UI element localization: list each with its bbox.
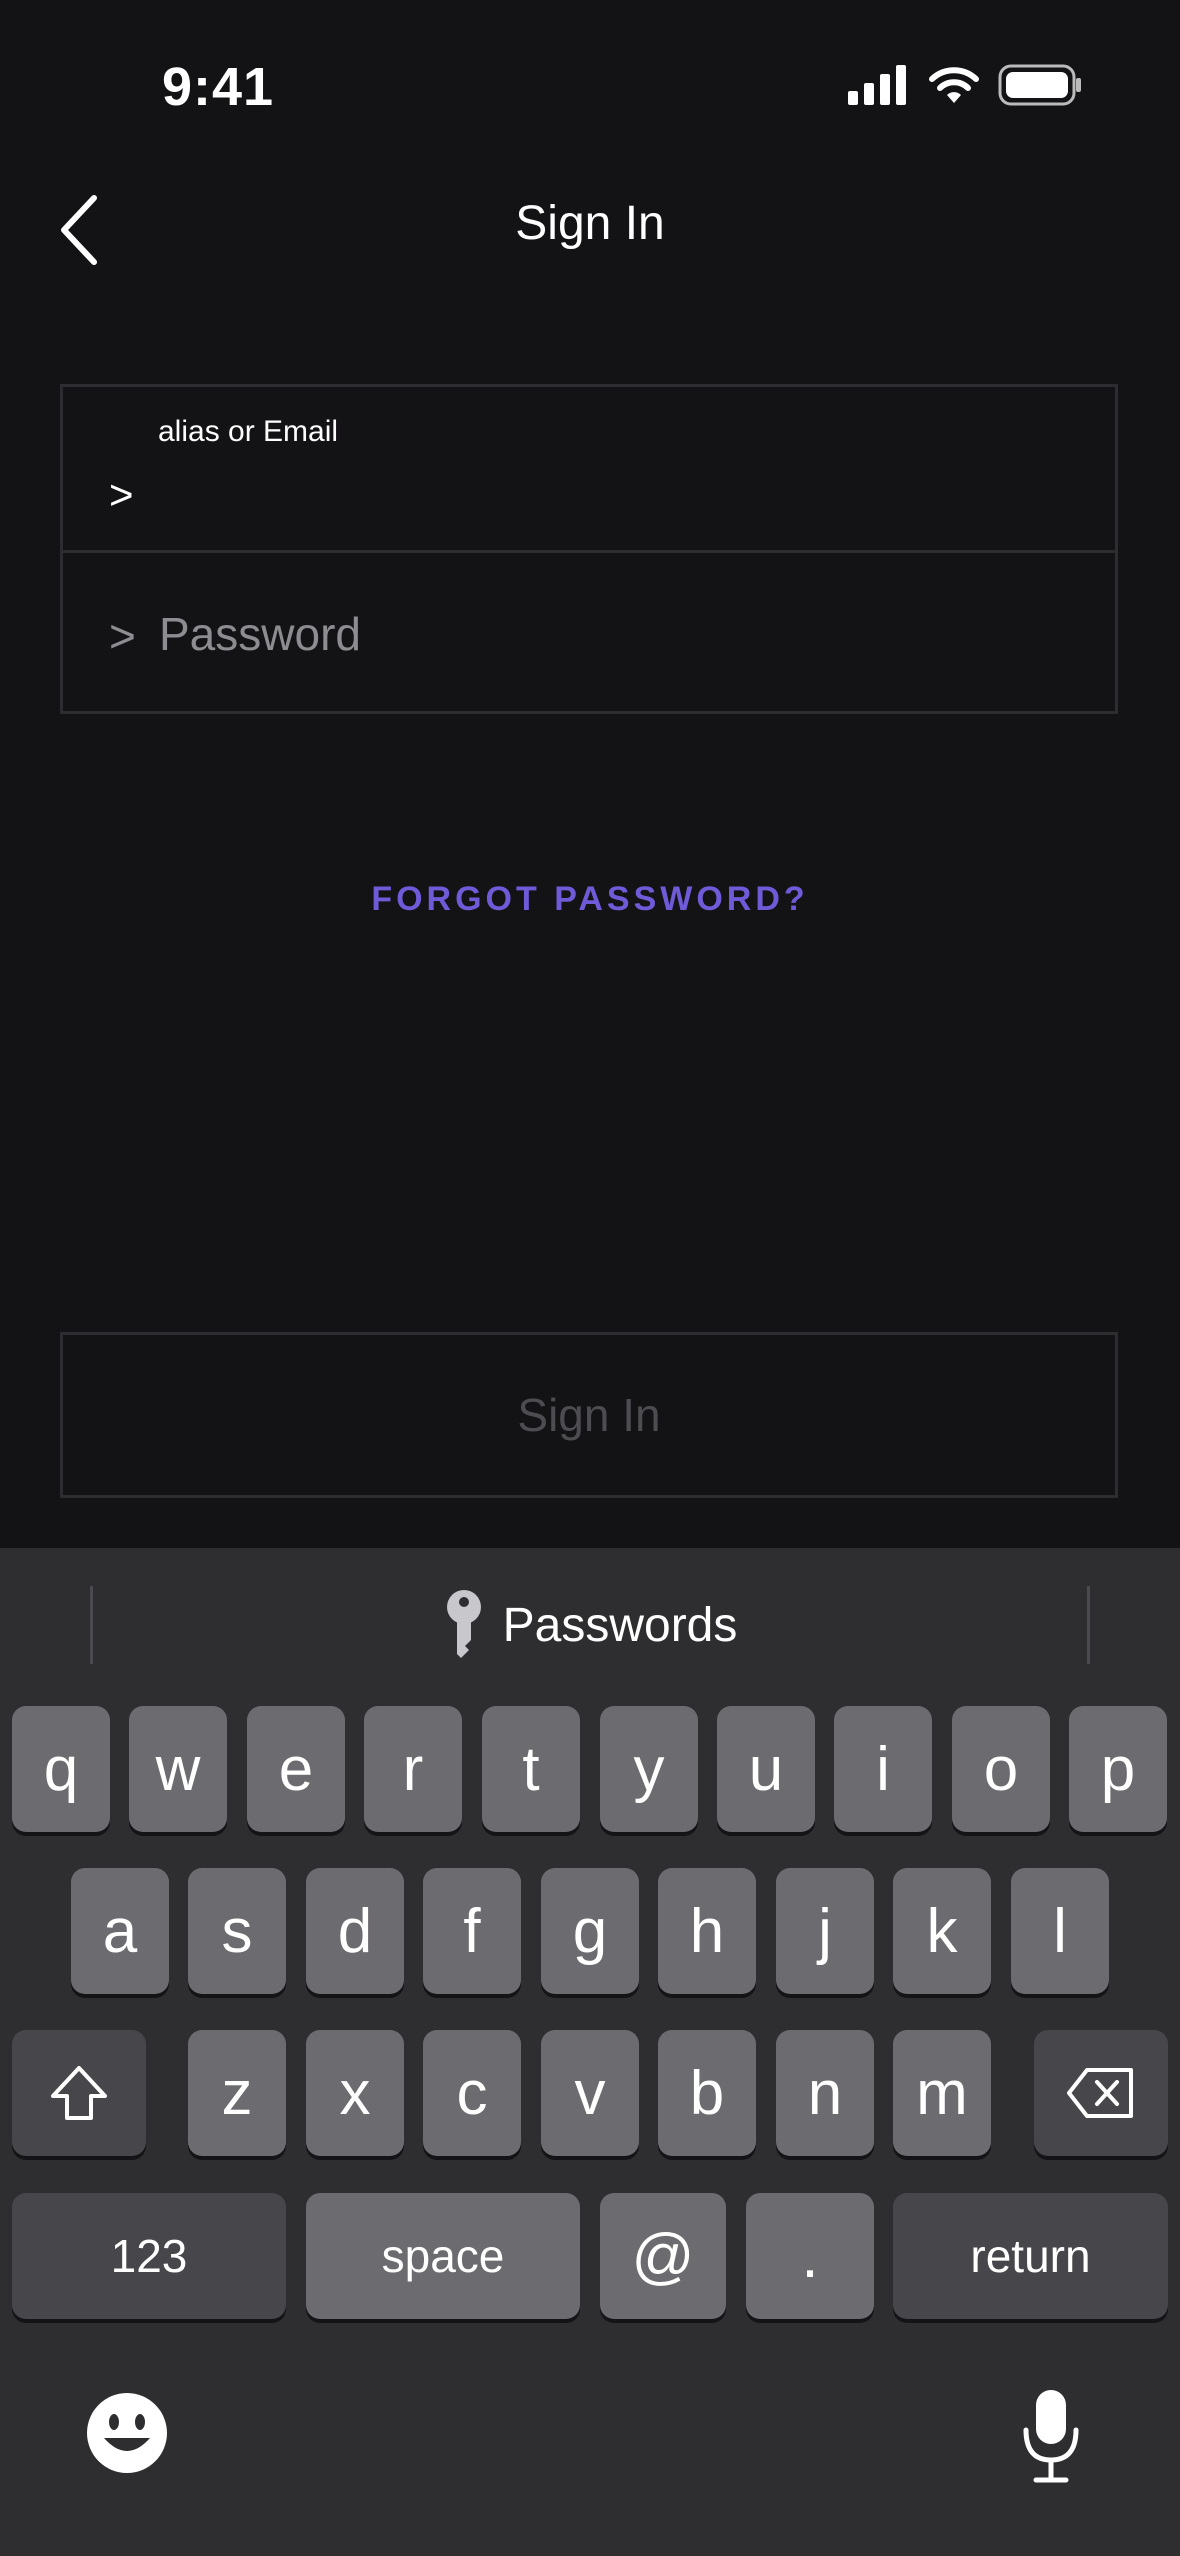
keyboard: Passwords q w e r t y u i o p a s d f g … [0, 1548, 1180, 2556]
status-icons [848, 64, 1082, 106]
wifi-icon [929, 67, 979, 103]
sign-in-form: alias or Email > > Password [60, 384, 1118, 714]
password-placeholder: Password [159, 608, 361, 660]
key-g[interactable]: g [541, 1868, 639, 1994]
key-s[interactable]: s [188, 1868, 286, 1994]
password-field[interactable]: > Password [63, 553, 1115, 711]
at-key[interactable]: @ [600, 2193, 726, 2319]
shift-key[interactable] [12, 2030, 146, 2156]
email-field-label: alias or Email [158, 415, 339, 448]
key-d[interactable]: d [306, 1868, 404, 1994]
space-key[interactable]: space [306, 2193, 580, 2319]
status-time: 9:41 [162, 57, 275, 117]
key-x[interactable]: x [306, 2030, 404, 2156]
page-title: Sign In [515, 197, 665, 250]
key-f[interactable]: f [423, 1868, 521, 1994]
battery-icon [998, 64, 1081, 106]
emoji-icon[interactable] [84, 2390, 170, 2476]
key-l[interactable]: l [1011, 1868, 1109, 1994]
delete-key[interactable] [1034, 2030, 1168, 2156]
return-key[interactable]: return [893, 2193, 1168, 2319]
passwords-suggestion[interactable]: Passwords [0, 1590, 1180, 1660]
shift-icon [51, 2066, 107, 2120]
sign-in-button[interactable]: Sign In [60, 1332, 1118, 1498]
key-v[interactable]: v [541, 2030, 639, 2156]
key-w[interactable]: w [129, 1706, 227, 1832]
passwords-suggestion-label: Passwords [502, 1598, 738, 1652]
email-prompt: > [109, 471, 134, 518]
delete-icon [1067, 2068, 1133, 2118]
key-p[interactable]: p [1069, 1706, 1167, 1832]
microphone-icon[interactable] [1018, 2386, 1084, 2486]
key-z[interactable]: z [188, 2030, 286, 2156]
key-i[interactable]: i [834, 1706, 932, 1832]
email-field[interactable]: alias or Email > [63, 387, 1115, 550]
key-t[interactable]: t [482, 1706, 580, 1832]
key-o[interactable]: o [952, 1706, 1050, 1832]
dot-key[interactable]: . [746, 2193, 874, 2319]
key-q[interactable]: q [12, 1706, 110, 1832]
key-y[interactable]: y [600, 1706, 698, 1832]
key-m[interactable]: m [893, 2030, 991, 2156]
key-k[interactable]: k [893, 1868, 991, 1994]
key-r[interactable]: r [364, 1706, 462, 1832]
key-j[interactable]: j [776, 1868, 874, 1994]
key-icon [446, 1590, 481, 1658]
key-c[interactable]: c [423, 2030, 521, 2156]
key-b[interactable]: b [658, 2030, 756, 2156]
key-a[interactable]: a [71, 1868, 169, 1994]
key-h[interactable]: h [658, 1868, 756, 1994]
key-u[interactable]: u [717, 1706, 815, 1832]
forgot-password-link[interactable]: FORGOT PASSWORD? [0, 880, 1180, 919]
key-e[interactable]: e [247, 1706, 345, 1832]
signal-icon [848, 65, 906, 105]
numbers-key[interactable]: 123 [12, 2193, 286, 2319]
password-prompt: > [109, 610, 136, 662]
key-n[interactable]: n [776, 2030, 874, 2156]
